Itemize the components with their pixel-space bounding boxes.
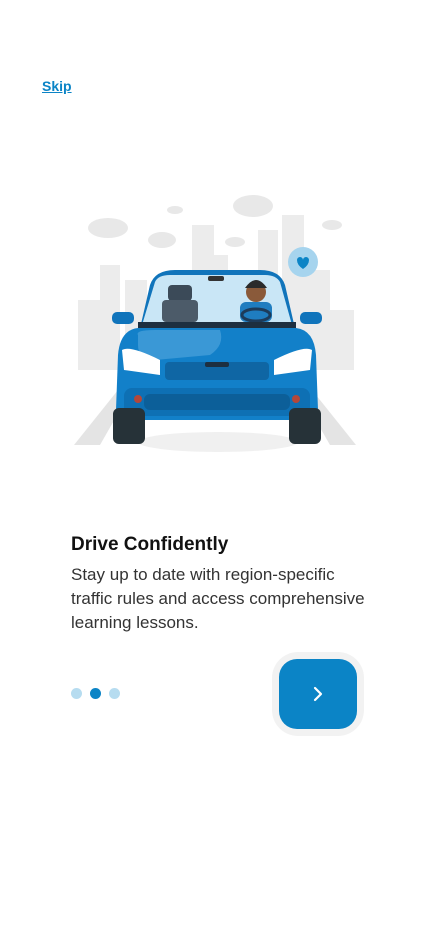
page-dot-1 (71, 688, 82, 699)
skip-link[interactable]: Skip (42, 78, 72, 94)
chevron-right-icon (313, 686, 323, 702)
page-dot-2-active (90, 688, 101, 699)
onboarding-title: Drive Confidently (71, 534, 229, 555)
page-indicator (71, 688, 120, 699)
next-button[interactable] (279, 659, 357, 729)
car-illustration (74, 195, 356, 452)
onboarding-description: Stay up to date with region-specific tra… (71, 565, 365, 632)
onboarding-screen: Skip Drive Confidently Stay up to date w… (0, 0, 428, 926)
page-dot-3 (109, 688, 120, 699)
